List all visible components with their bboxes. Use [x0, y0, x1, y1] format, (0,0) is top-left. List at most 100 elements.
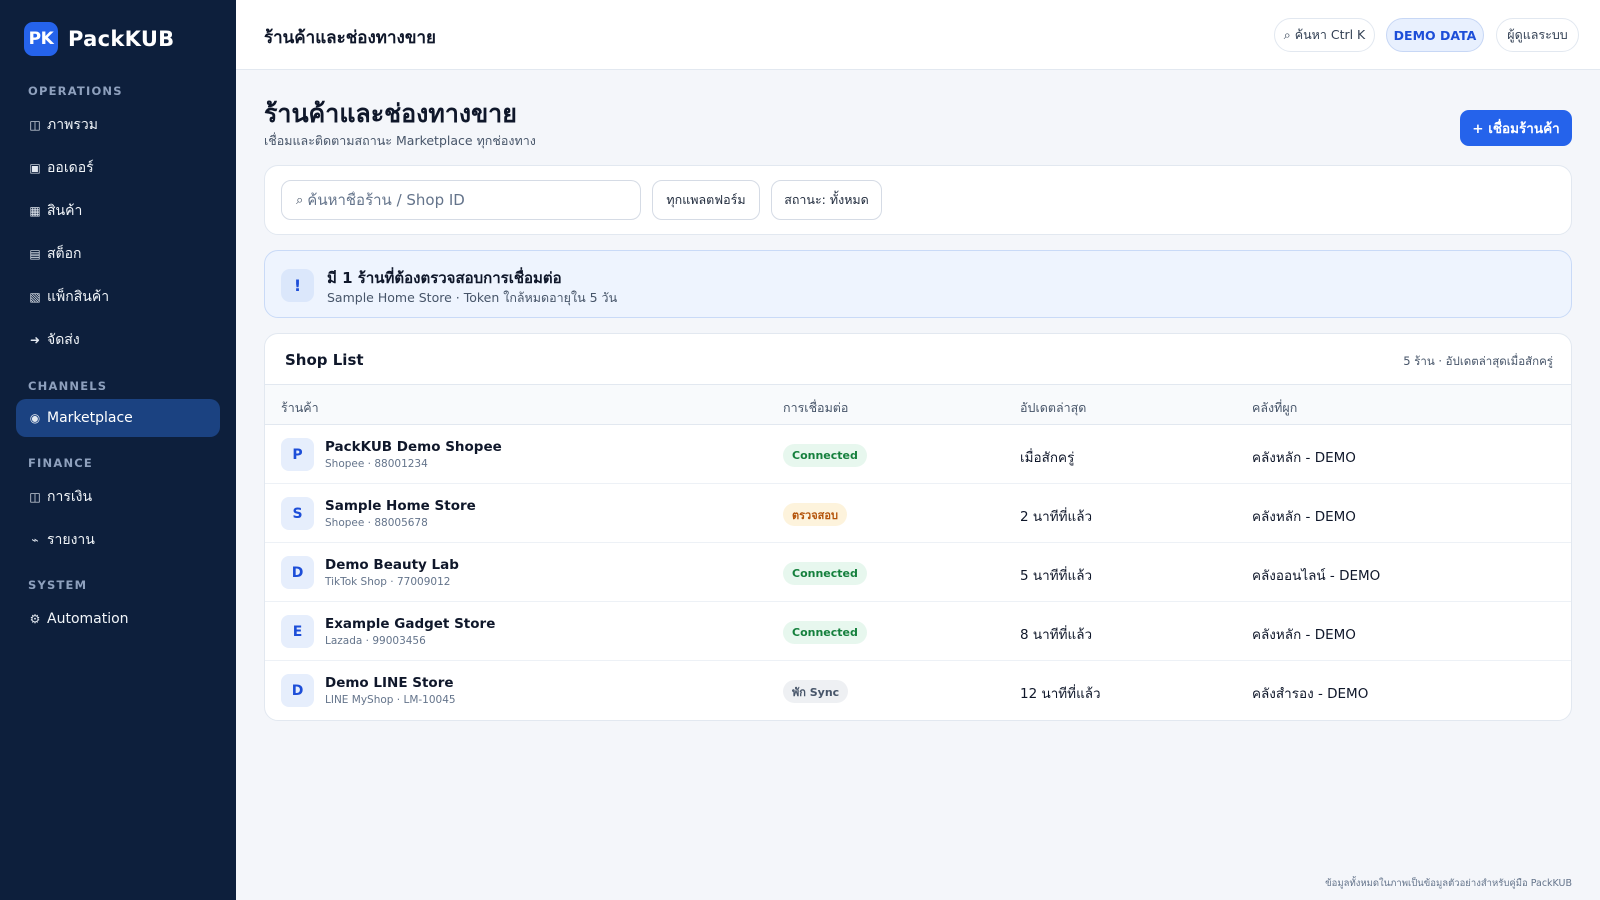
shop-list-table: Shop List 5 ร้าน · อัปเดตล่าสุดเมื่อสักค…	[264, 333, 1572, 721]
gear-icon: ⚙	[29, 612, 41, 626]
shop-avatar: S	[281, 497, 314, 530]
sidebar-item-label: Automation	[47, 611, 129, 627]
table-row[interactable]: P PackKUB Demo Shopee Shopee · 88001234 …	[265, 425, 1571, 484]
page-title: ร้านค้าและช่องทางขาย	[264, 99, 517, 128]
linked-warehouse: คลังหลัก - DEMO	[1252, 509, 1356, 525]
section-label-finance: FINANCE	[28, 456, 93, 470]
sidebar-item-finance[interactable]: ◫ การเงิน	[16, 478, 220, 516]
section-label-operations: OPERATIONS	[28, 84, 123, 98]
table-title: Shop List	[285, 351, 364, 369]
column-header-warehouse[interactable]: คลังที่ผูก	[1252, 398, 1297, 418]
products-icon: ▦	[29, 204, 41, 218]
shop-platform-id: TikTok Shop · 77009012	[325, 576, 451, 588]
last-updated: 8 นาทีที่แล้ว	[1020, 627, 1093, 643]
shop-platform-id: LINE MyShop · LM-10045	[325, 694, 456, 706]
column-header-updated[interactable]: อัปเดตล่าสุด	[1020, 398, 1086, 418]
overview-icon: ◫	[29, 118, 41, 132]
global-search-button[interactable]: ⌕ ค้นหา Ctrl K	[1274, 18, 1375, 52]
shop-platform-id: Lazada · 99003456	[325, 635, 426, 647]
sidebar-item-stock[interactable]: ▤ สต็อก	[16, 235, 220, 273]
user-menu-button[interactable]: ผู้ดูแลระบบ	[1496, 18, 1579, 52]
shop-name[interactable]: Sample Home Store	[325, 498, 476, 514]
marketplace-icon: ◉	[29, 411, 41, 425]
column-header-shop[interactable]: ร้านค้า	[281, 398, 319, 418]
platform-filter[interactable]: ทุกแพลตฟอร์ม	[652, 180, 760, 220]
table-header: ร้านค้า การเชื่อมต่อ อัปเดตล่าสุด คลังที…	[265, 384, 1571, 425]
brand-logo: PK	[24, 22, 58, 56]
shop-search-input[interactable]	[307, 191, 628, 209]
table-row[interactable]: E Example Gadget Store Lazada · 99003456…	[265, 602, 1571, 661]
connection-status-badge: พัก Sync	[783, 680, 849, 703]
connection-status-badge: Connected	[783, 621, 867, 644]
brand[interactable]: PK PackKUB	[24, 22, 174, 56]
last-updated: เมื่อสักครู่	[1020, 450, 1075, 466]
sidebar-item-label: ออเดอร์	[47, 160, 94, 176]
sidebar-item-label: ภาพรวม	[47, 117, 98, 133]
finance-icon: ◫	[29, 490, 41, 504]
topbar: ร้านค้าและช่องทางขาย ⌕ ค้นหา Ctrl K DEMO…	[236, 0, 1600, 70]
connection-status-badge: Connected	[783, 562, 867, 585]
table-row[interactable]: D Demo LINE Store LINE MyShop · LM-10045…	[265, 661, 1571, 720]
shop-name[interactable]: PackKUB Demo Shopee	[325, 439, 502, 455]
sidebar-item-reports[interactable]: ⌁ รายงาน	[16, 521, 220, 559]
sidebar-item-overview[interactable]: ◫ ภาพรวม	[16, 106, 220, 144]
shop-avatar: D	[281, 674, 314, 707]
linked-warehouse: คลังสำรอง - DEMO	[1252, 686, 1369, 702]
connection-status-badge: Connected	[783, 444, 867, 467]
shop-platform-id: Shopee · 88001234	[325, 458, 428, 470]
status-filter[interactable]: สถานะ: ทั้งหมด	[771, 180, 882, 220]
stock-icon: ▤	[29, 247, 41, 261]
orders-icon: ▣	[29, 161, 41, 175]
last-updated: 12 นาทีที่แล้ว	[1020, 686, 1101, 702]
last-updated: 2 นาทีที่แล้ว	[1020, 509, 1093, 525]
connection-alert: ! มี 1 ร้านที่ต้องตรวจสอบการเชื่อมต่อ Sa…	[264, 250, 1572, 318]
reports-icon: ⌁	[31, 533, 39, 547]
sidebar-item-packing[interactable]: ▧ แพ็กสินค้า	[16, 278, 220, 316]
sidebar-item-label: สต็อก	[47, 246, 82, 262]
table-row[interactable]: D Demo Beauty Lab TikTok Shop · 77009012…	[265, 543, 1571, 602]
alert-detail: Sample Home Store · Token ใกล้หมดอายุใน …	[327, 290, 618, 305]
shop-name[interactable]: Example Gadget Store	[325, 616, 495, 632]
sidebar: PK PackKUB OPERATIONS ◫ ภาพรวม ▣ ออเดอร์…	[0, 0, 236, 900]
sidebar-item-label: จัดส่ง	[47, 332, 80, 348]
column-header-connection[interactable]: การเชื่อมต่อ	[783, 398, 848, 418]
sidebar-item-automation[interactable]: ⚙ Automation	[16, 600, 220, 638]
sidebar-item-shipping[interactable]: ➜ จัดส่ง	[16, 321, 220, 359]
linked-warehouse: คลังออนไลน์ - DEMO	[1252, 568, 1381, 584]
packing-icon: ▧	[29, 290, 41, 304]
shop-name[interactable]: Demo Beauty Lab	[325, 557, 459, 573]
linked-warehouse: คลังหลัก - DEMO	[1252, 450, 1356, 466]
linked-warehouse: คลังหลัก - DEMO	[1252, 627, 1356, 643]
shop-platform-id: Shopee · 88005678	[325, 517, 428, 529]
connection-status-badge: ตรวจสอบ	[783, 503, 847, 526]
sidebar-item-products[interactable]: ▦ สินค้า	[16, 192, 220, 230]
last-updated: 5 นาทีที่แล้ว	[1020, 568, 1093, 584]
table-meta: 5 ร้าน · อัปเดตล่าสุดเมื่อสักครู่	[1403, 354, 1553, 368]
topbar-title: ร้านค้าและช่องทางขาย	[264, 28, 436, 48]
section-label-channels: CHANNELS	[28, 379, 108, 393]
shop-avatar: P	[281, 438, 314, 471]
arrow-right-icon: ➜	[29, 333, 41, 347]
filter-bar: ⌕ ทุกแพลตฟอร์ม สถานะ: ทั้งหมด	[264, 165, 1572, 235]
shop-name[interactable]: Demo LINE Store	[325, 675, 454, 691]
alert-icon: !	[281, 269, 314, 302]
table-row[interactable]: S Sample Home Store Shopee · 88005678 ตร…	[265, 484, 1571, 543]
demo-data-badge[interactable]: DEMO DATA	[1386, 18, 1484, 52]
sidebar-item-marketplace[interactable]: ◉ Marketplace	[16, 399, 220, 437]
connect-shop-button[interactable]: + เชื่อมร้านค้า	[1460, 110, 1572, 146]
page-subtitle: เชื่อมและติดตามสถานะ Marketplace ทุกช่อง…	[264, 133, 536, 148]
section-label-system: SYSTEM	[28, 578, 88, 592]
shop-avatar: E	[281, 615, 314, 648]
sidebar-item-orders[interactable]: ▣ ออเดอร์	[16, 149, 220, 187]
sidebar-item-label: แพ็กสินค้า	[47, 289, 110, 305]
alert-title: มี 1 ร้านที่ต้องตรวจสอบการเชื่อมต่อ	[327, 269, 562, 287]
brand-name: PackKUB	[68, 27, 175, 51]
shop-avatar: D	[281, 556, 314, 589]
sidebar-item-label: Marketplace	[47, 410, 133, 426]
footnote: ข้อมูลทั้งหมดในภาพเป็นข้อมูลตัวอย่างสำหร…	[1325, 878, 1572, 889]
sidebar-item-label: รายงาน	[47, 532, 95, 548]
sidebar-item-label: การเงิน	[47, 489, 93, 505]
search-icon: ⌕	[296, 192, 304, 208]
shop-search-field[interactable]: ⌕	[281, 180, 641, 220]
sidebar-item-label: สินค้า	[47, 203, 83, 219]
